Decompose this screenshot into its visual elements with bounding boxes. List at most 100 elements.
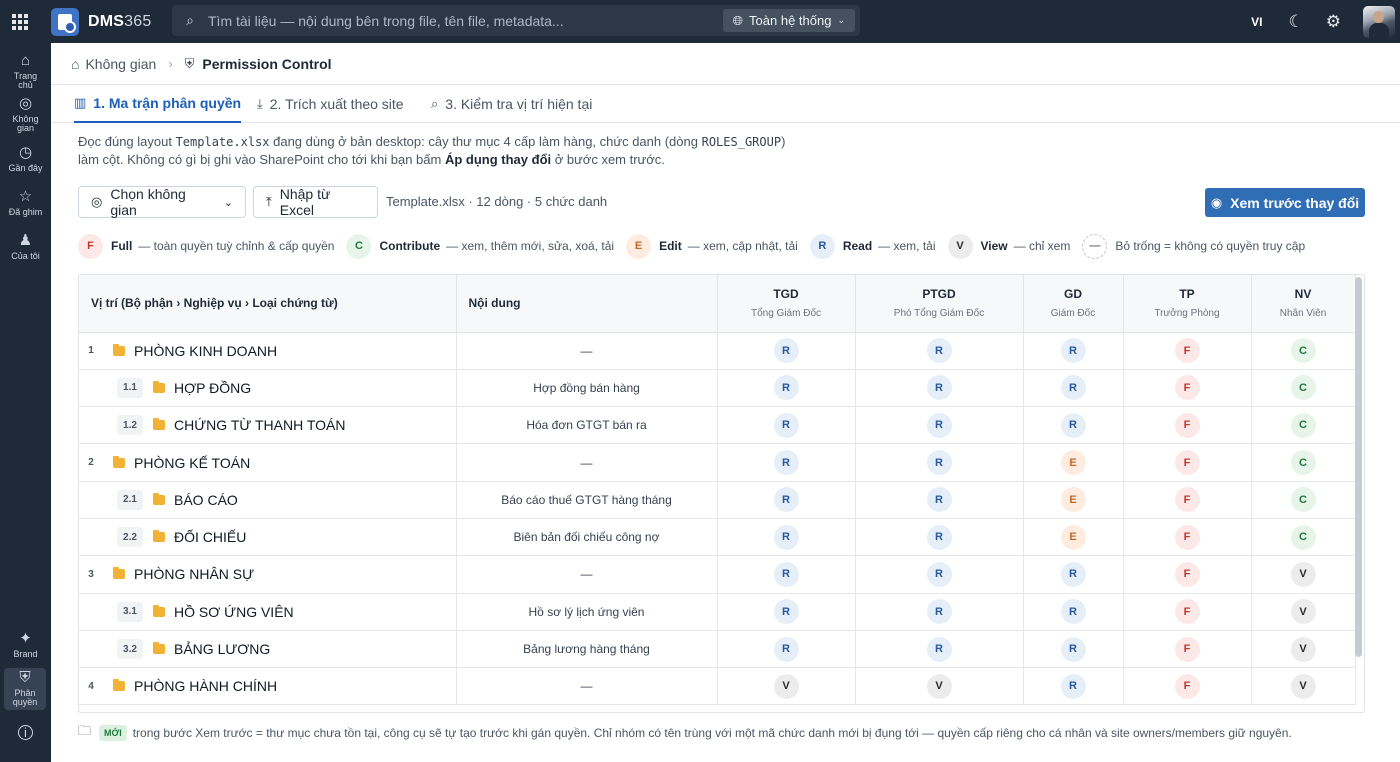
sidebar-item-spaces[interactable]: ◎ Không gian xyxy=(0,96,51,133)
permission-badge[interactable]: C xyxy=(1290,338,1316,364)
top-bar: DMS365 ⌕ Tìm tài liệu — nội dung bên tro… xyxy=(0,0,1400,43)
permission-badge[interactable]: E xyxy=(1060,524,1086,550)
permission-badge[interactable]: C xyxy=(1290,487,1316,513)
permission-badge[interactable]: R xyxy=(773,487,799,513)
table-scrollbar[interactable] xyxy=(1355,277,1362,657)
permission-badge[interactable]: F xyxy=(1174,450,1200,476)
permission-badge[interactable]: V xyxy=(926,673,952,699)
table-row[interactable]: 3.2 BẢNG LƯƠNG Bảng lương hàng tháng R R R F V xyxy=(79,630,1356,669)
import-excel-button[interactable]: ⤒ Nhập từ Excel xyxy=(253,186,378,218)
moon-icon[interactable]: ☾ xyxy=(1289,12,1304,32)
table-row[interactable]: 1 PHÒNG KINH DOANH — R R R F C xyxy=(79,332,1356,370)
permission-badge[interactable]: R xyxy=(926,636,952,662)
sidebar-item-recent[interactable]: ◷ Gần đây xyxy=(0,145,51,173)
breadcrumb-spaces[interactable]: Không gian xyxy=(85,56,156,72)
permission-badge[interactable]: E xyxy=(1060,450,1086,476)
cell-permission: R xyxy=(717,481,856,519)
permission-badge[interactable]: R xyxy=(1060,412,1086,438)
permission-badge[interactable]: R xyxy=(773,450,799,476)
permission-badge[interactable]: R xyxy=(926,524,952,550)
permission-badge[interactable]: C xyxy=(1290,412,1316,438)
permission-badge[interactable]: F xyxy=(1174,412,1200,438)
permission-badge[interactable]: R xyxy=(1060,561,1086,587)
table-row[interactable]: 3.1 HỒ SƠ ỨNG VIÊN Hồ sơ lý lịch ứng viên R… xyxy=(79,593,1356,631)
permission-badge[interactable]: C xyxy=(1290,450,1316,476)
folder-name: HỒ SƠ ỨNG VIÊN xyxy=(174,603,294,620)
cell-permission: R xyxy=(717,443,856,482)
permission-badge[interactable]: R xyxy=(773,338,799,364)
avatar[interactable] xyxy=(1363,5,1395,38)
table-row[interactable]: 2.1 BÁO CÁO Báo cáo thuế GTGT hàng tháng R R… xyxy=(79,481,1356,519)
permission-badge[interactable]: F xyxy=(1174,673,1200,699)
permission-badge[interactable]: R xyxy=(926,450,952,476)
language-switch[interactable]: VI xyxy=(1251,15,1262,29)
permission-badge[interactable]: R xyxy=(926,375,952,401)
permission-badge[interactable]: V xyxy=(1290,599,1316,625)
gear-icon[interactable]: ⚙ xyxy=(1326,12,1341,32)
table-row[interactable]: 4 PHÒNG HÀNH CHÍNH — V V R F V xyxy=(79,667,1356,706)
permission-badge[interactable]: R xyxy=(773,561,799,587)
tab-permission-matrix[interactable]: ▥ 1. Ma trận phân quyền xyxy=(74,85,242,123)
permission-badge[interactable]: R xyxy=(926,338,952,364)
permission-badge[interactable]: C xyxy=(1290,524,1316,550)
sidebar-item-home[interactable]: ⌂ Trang chủ xyxy=(0,53,51,90)
permission-badge[interactable]: R xyxy=(1060,636,1086,662)
permission-badge[interactable]: R xyxy=(773,412,799,438)
chevron-right-icon: › xyxy=(168,56,173,71)
sidebar-item-brand[interactable]: ✦ Brand xyxy=(0,631,51,659)
legend-item: E Edit — xem, cập nhật, tải xyxy=(626,233,798,259)
permission-badge[interactable]: R xyxy=(773,375,799,401)
app-launcher-icon[interactable] xyxy=(0,0,40,43)
sidebar-item-permissions[interactable]: ⛨ Phân quyền xyxy=(4,668,46,710)
permission-badge[interactable]: R xyxy=(1060,599,1086,625)
folder-icon xyxy=(153,380,165,393)
table-row[interactable]: 1.1 HỢP ĐỒNG Hợp đồng bán hàng R R R F C xyxy=(79,369,1356,408)
preview-changes-button[interactable]: ◉ Xem trước thay đổi xyxy=(1205,188,1365,217)
permission-badge[interactable]: V xyxy=(1290,636,1316,662)
table-row[interactable]: 1.2 CHỨNG TỪ THANH TOÁN Hóa đơn GTGT bán r… xyxy=(79,406,1356,445)
permission-badge[interactable]: V xyxy=(1290,561,1316,587)
permission-badge[interactable]: R xyxy=(1060,338,1086,364)
permission-badge[interactable]: C xyxy=(1290,375,1316,401)
sidebar-item-pinned[interactable]: ☆ Đã ghim xyxy=(0,189,51,217)
tab-export-by-site[interactable]: ⤓ 2. Trích xuất theo site xyxy=(257,85,404,123)
home-icon[interactable]: ⌂ xyxy=(71,56,79,72)
search-scope-dropdown[interactable]: 🌐︎ Toàn hệ thống ⌄ xyxy=(722,9,855,32)
info-icon[interactable]: i xyxy=(0,725,51,740)
brand-name[interactable]: DMS365 xyxy=(88,13,151,31)
permission-badge[interactable]: F xyxy=(1174,375,1200,401)
cell-permission: R xyxy=(855,406,1024,445)
permission-badge[interactable]: R xyxy=(773,599,799,625)
permission-badge[interactable]: R xyxy=(926,599,952,625)
permission-badge[interactable]: F xyxy=(1174,338,1200,364)
permission-badge[interactable]: V xyxy=(773,673,799,699)
permission-badge[interactable]: F xyxy=(1174,561,1200,587)
table-row[interactable]: 2.2 ĐỐI CHIẾU Biên bản đối chiếu công nợ R R… xyxy=(79,518,1356,557)
user-icon: ♟︎ xyxy=(18,232,33,249)
permission-badge[interactable]: V xyxy=(1290,673,1316,699)
permission-badge[interactable]: R xyxy=(926,561,952,587)
permission-badge[interactable]: R xyxy=(773,524,799,550)
permission-badge[interactable]: F xyxy=(1174,636,1200,662)
cell-content: Biên bản đối chiếu công nợ xyxy=(456,518,718,557)
table-row[interactable]: 2 PHÒNG KẾ TOÁN — R R E F C xyxy=(79,443,1356,482)
permission-badge[interactable]: F xyxy=(1174,524,1200,550)
permission-badge[interactable]: F xyxy=(1174,487,1200,513)
permission-badge[interactable]: F xyxy=(1174,599,1200,625)
permission-badge[interactable]: R xyxy=(926,487,952,513)
app-logo[interactable] xyxy=(51,7,79,36)
tab-check-location[interactable]: ⌕ 3. Kiểm tra vị trí hiện tại xyxy=(431,85,592,123)
choose-space-dropdown[interactable]: ◎ Chọn không gian ⌄ xyxy=(78,186,246,218)
row-index: 3.2 xyxy=(117,639,143,660)
table-row[interactable]: 3 PHÒNG NHÂN SỰ — R R R F V xyxy=(79,555,1356,594)
global-search[interactable]: ⌕ Tìm tài liệu — nội dung bên trong file… xyxy=(172,5,860,36)
permission-badge[interactable]: R xyxy=(926,412,952,438)
permission-badge[interactable]: R xyxy=(1060,375,1086,401)
cell-position: 2 PHÒNG KẾ TOÁN xyxy=(79,443,457,482)
permission-badge[interactable]: R xyxy=(773,636,799,662)
search-input[interactable]: Tìm tài liệu — nội dung bên trong file, … xyxy=(208,13,723,29)
sidebar-item-mine[interactable]: ♟︎ Của tôi xyxy=(0,233,51,261)
permission-badge[interactable]: R xyxy=(1060,673,1086,699)
permission-badge[interactable]: E xyxy=(1060,487,1086,513)
cell-position: 2.2 ĐỐI CHIẾU xyxy=(79,518,457,557)
